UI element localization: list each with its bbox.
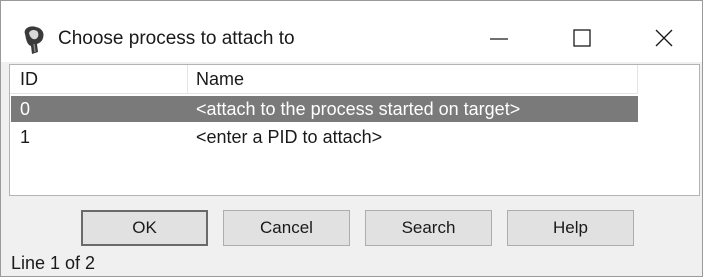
- process-id-cell: 0: [20, 99, 31, 119]
- process-name-cell: <attach to the process started on target…: [196, 99, 521, 119]
- window-title: Choose process to attach to: [58, 28, 295, 49]
- list-header: ID Name: [10, 65, 638, 94]
- process-id-cell: 1: [20, 127, 31, 147]
- close-button[interactable]: [644, 21, 684, 55]
- bug-app-icon: [19, 24, 49, 56]
- list-item[interactable]: 0 <attach to the process started on targ…: [11, 96, 638, 122]
- cancel-button[interactable]: Cancel: [223, 210, 350, 246]
- process-name-cell: <enter a PID to attach>: [196, 127, 383, 147]
- search-button[interactable]: Search: [365, 210, 492, 246]
- process-list[interactable]: ID Name 0 <attach to the process started…: [9, 64, 700, 196]
- help-button[interactable]: Help: [507, 210, 634, 246]
- close-icon: [655, 29, 673, 47]
- list-item[interactable]: 1 <enter a PID to attach>: [11, 124, 638, 150]
- attach-process-dialog: Choose process to attach to ID Name 0 <a…: [0, 0, 703, 277]
- maximize-button[interactable]: [562, 21, 602, 55]
- title-bar[interactable]: Choose process to attach to: [1, 1, 702, 62]
- column-header-id[interactable]: ID: [20, 69, 38, 90]
- column-header-name[interactable]: Name: [196, 69, 244, 90]
- minimize-button[interactable]: [479, 21, 519, 55]
- minimize-icon: [490, 38, 508, 40]
- ok-button[interactable]: OK: [81, 210, 208, 246]
- maximize-icon: [573, 29, 591, 47]
- status-line: Line 1 of 2: [11, 253, 96, 273]
- column-divider[interactable]: [187, 65, 188, 93]
- column-divider[interactable]: [637, 65, 638, 93]
